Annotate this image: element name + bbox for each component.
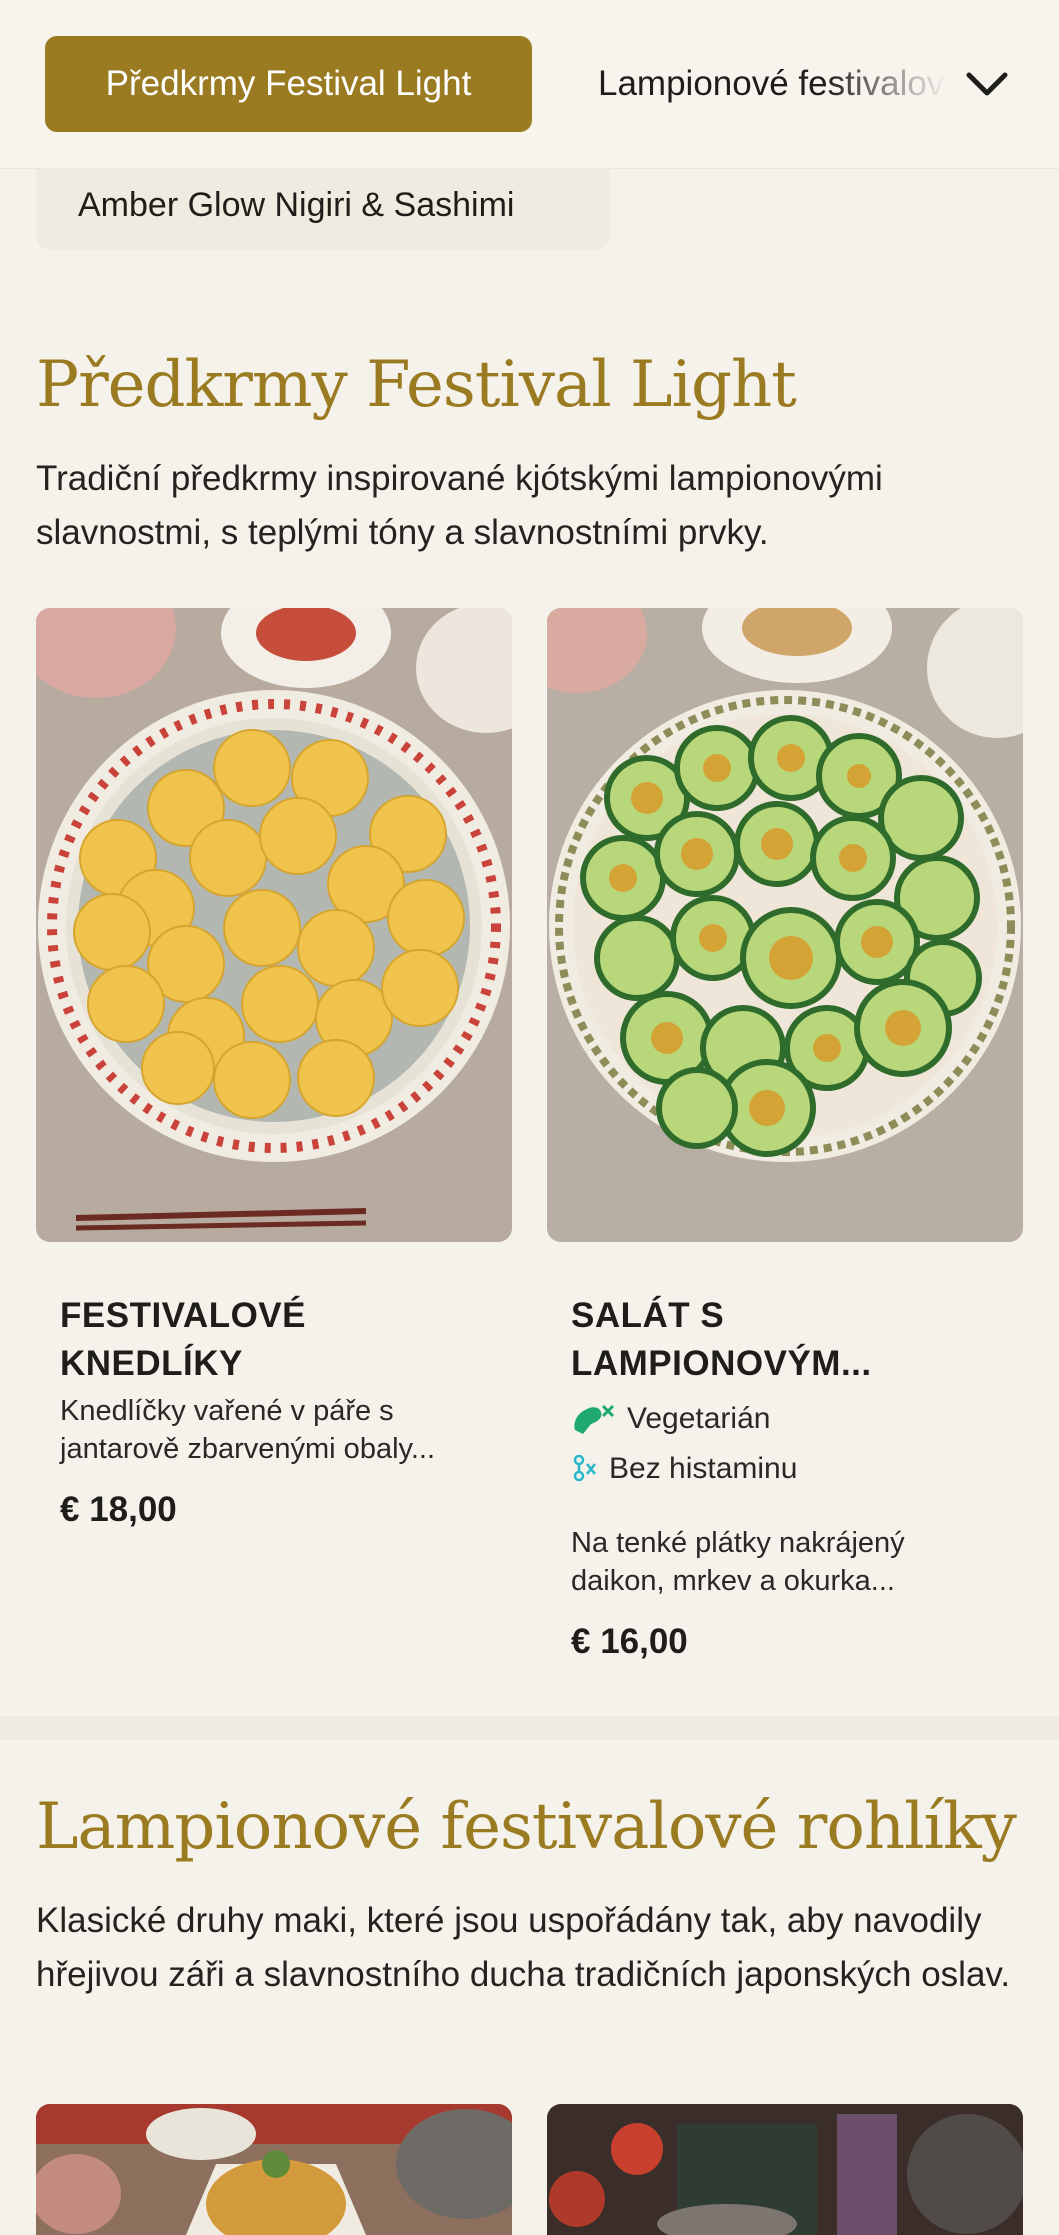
menu-item-description: Na tenké plátky nakrájený daikon, mrkev …	[571, 1527, 905, 1597]
subcategory-chip[interactable]: Amber Glow Nigiri & Sashimi	[36, 160, 610, 250]
category-nav: Předkrmy Festival Light Lampionové festi…	[0, 0, 1059, 169]
dietary-tag-label: Bez histaminu	[609, 1452, 798, 1485]
section-description: Tradiční předkrmy inspirované kjótskými …	[36, 459, 883, 552]
menu-item-title: FESTIVALOVÉ KNEDLÍKY	[60, 1296, 306, 1383]
dietary-tag-label: Vegetarián	[627, 1402, 771, 1435]
dumplings-photo[interactable]	[36, 608, 512, 1242]
menu-item-price: € 16,00	[571, 1622, 688, 1661]
tab-lampionove-festivalove-rohliky[interactable]: Lampionové festivalové rohlíky	[598, 36, 948, 132]
histamine-crossed-icon	[571, 1452, 597, 1486]
dietary-tag-vegetarian: Vegetarián	[571, 1400, 770, 1438]
cucumber-salad-photo[interactable]	[547, 608, 1023, 1242]
maki-rolls-photo[interactable]	[36, 2104, 512, 2235]
section-description: Klasické druhy maki, které jsou uspořádá…	[36, 1901, 1011, 1994]
chevron-down-icon[interactable]	[962, 60, 1012, 110]
menu-item-price: € 18,00	[60, 1490, 177, 1529]
menu-item-description: Knedlíčky vařené v páře s jantarově zbar…	[60, 1395, 436, 1465]
menu-item-title: SALÁT S LAMPIONOVÝM...	[571, 1296, 872, 1383]
meat-crossed-icon	[571, 1400, 615, 1438]
tab-predkrmy-festival-light[interactable]: Předkrmy Festival Light	[45, 36, 532, 132]
section-divider	[0, 1716, 1059, 1740]
dietary-tag-histamine-free: Bez histaminu	[571, 1452, 797, 1486]
section-title: Předkrmy Festival Light	[36, 348, 797, 422]
section-title: Lampionové festivalové rohlíky	[36, 1790, 1017, 1864]
tab-label: Předkrmy Festival Light	[105, 64, 472, 103]
festival-roll-photo[interactable]	[547, 2104, 1023, 2235]
subcategory-chip-label: Amber Glow Nigiri & Sashimi	[78, 185, 515, 224]
tab-label: Lampionové festivalové rohlíky	[598, 64, 948, 103]
